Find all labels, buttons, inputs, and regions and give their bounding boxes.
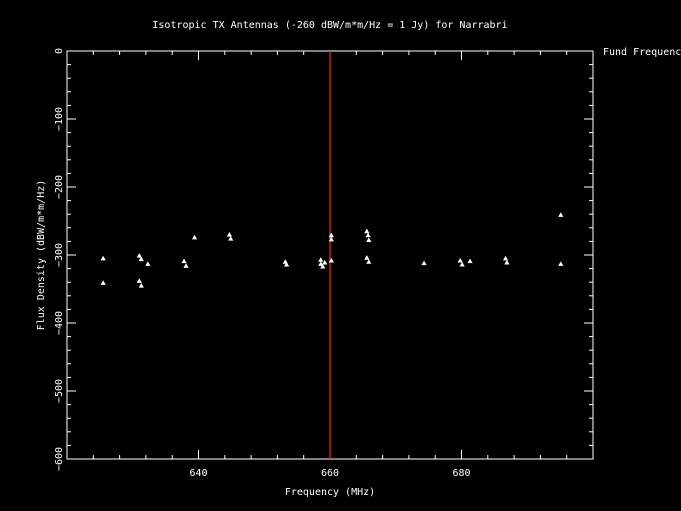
chart-background (0, 0, 681, 511)
y-tick-label: −600 (54, 447, 65, 471)
y-tick-label: −400 (54, 311, 65, 335)
x-axis-label: Frequency (MHz) (285, 487, 375, 498)
y-axis-label: Flux Density (dBW/m*m/Hz) (36, 180, 47, 331)
y-tick-label: −200 (54, 175, 65, 199)
x-tick-label: 640 (189, 468, 207, 479)
y-tick-label: −500 (54, 379, 65, 403)
x-tick-label: 660 (321, 468, 339, 479)
y-tick-label: −300 (54, 243, 65, 267)
y-tick-label: 0 (54, 48, 65, 54)
y-tick-label: −100 (54, 107, 65, 131)
x-tick-label: 680 (452, 468, 470, 479)
chart-title: Isotropic TX Antennas (-260 dBW/m*m/Hz =… (152, 20, 507, 31)
fund-frequency-label: Fund Frequency (603, 47, 681, 58)
chart: Isotropic TX Antennas (-260 dBW/m*m/Hz =… (0, 0, 681, 511)
